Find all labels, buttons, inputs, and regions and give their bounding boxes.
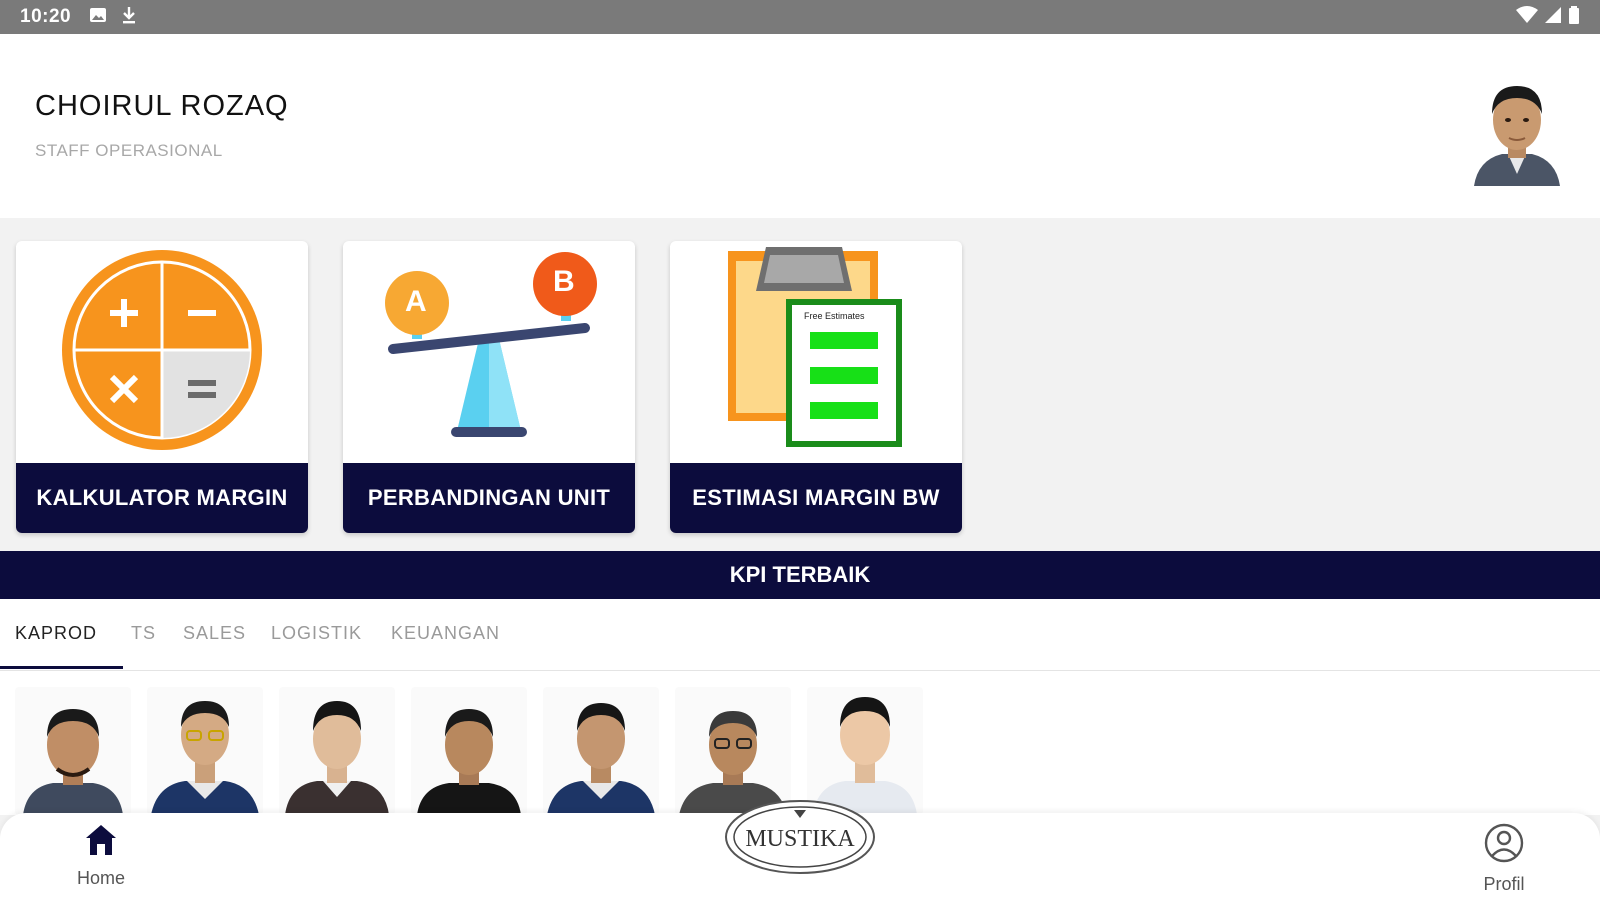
clipboard-estimate-icon: Free Estimates <box>670 241 962 461</box>
battery-icon <box>1568 5 1580 29</box>
kpi-person-photo[interactable] <box>15 687 131 815</box>
tab-sales[interactable]: SALES <box>183 623 246 644</box>
user-role: STAFF OPERASIONAL <box>35 141 223 160</box>
sheet-title: Free Estimates <box>804 311 865 321</box>
profile-icon <box>1484 823 1524 868</box>
profile-header: CHOIRUL ROZAQ STAFF OPERASIONAL <box>0 34 1600 218</box>
kpi-section-title: KPI TERBAIK <box>0 551 1600 599</box>
wifi-icon <box>1516 5 1538 29</box>
card-label: ESTIMASI MARGIN BW <box>670 463 962 533</box>
kpi-tabs: KAPROD TS SALES LOGISTIK KEUANGAN <box>0 599 1600 671</box>
user-avatar[interactable] <box>1472 78 1562 186</box>
tab-keuangan[interactable]: KEUANGAN <box>391 623 500 644</box>
gallery-notification-icon <box>89 7 107 28</box>
home-icon <box>84 823 118 862</box>
kpi-person-photo[interactable] <box>147 687 263 815</box>
svg-text:MUSTIKA: MUSTIKA <box>745 826 855 852</box>
scale-compare-icon: A B <box>343 241 635 461</box>
active-tab-indicator <box>0 666 123 669</box>
tab-ts[interactable]: TS <box>131 623 156 644</box>
badge-b-label: B <box>553 265 575 298</box>
card-label: KALKULATOR MARGIN <box>16 463 308 533</box>
nav-home-label: Home <box>76 868 125 888</box>
status-bar: 10:20 <box>0 0 1600 34</box>
badge-a-label: A <box>405 285 427 318</box>
mustika-logo[interactable]: MUSTIKA <box>722 794 878 876</box>
kpi-person-photo[interactable] <box>279 687 395 815</box>
nav-profil[interactable]: Profil <box>1459 823 1549 895</box>
card-perbandingan-unit[interactable]: A B PERBANDINGAN UNIT <box>343 241 635 533</box>
status-time: 10:20 <box>20 6 72 27</box>
card-label: PERBANDINGAN UNIT <box>343 463 635 533</box>
signal-icon <box>1544 6 1562 29</box>
nav-home[interactable]: Home <box>56 823 146 889</box>
user-name: CHOIRUL ROZAQ <box>35 90 289 122</box>
kpi-person-photo[interactable] <box>543 687 659 815</box>
card-kalkulator-margin[interactable]: KALKULATOR MARGIN <box>16 241 308 533</box>
tab-logistik[interactable]: LOGISTIK <box>271 623 362 644</box>
card-estimasi-margin-bw[interactable]: Free Estimates ESTIMASI MARGIN BW <box>670 241 962 533</box>
kpi-person-photo[interactable] <box>411 687 527 815</box>
download-notification-icon <box>121 6 137 29</box>
nav-profil-label: Profil <box>1483 874 1525 894</box>
calculator-icon <box>16 241 308 461</box>
tab-kaprod[interactable]: KAPROD <box>15 623 97 644</box>
